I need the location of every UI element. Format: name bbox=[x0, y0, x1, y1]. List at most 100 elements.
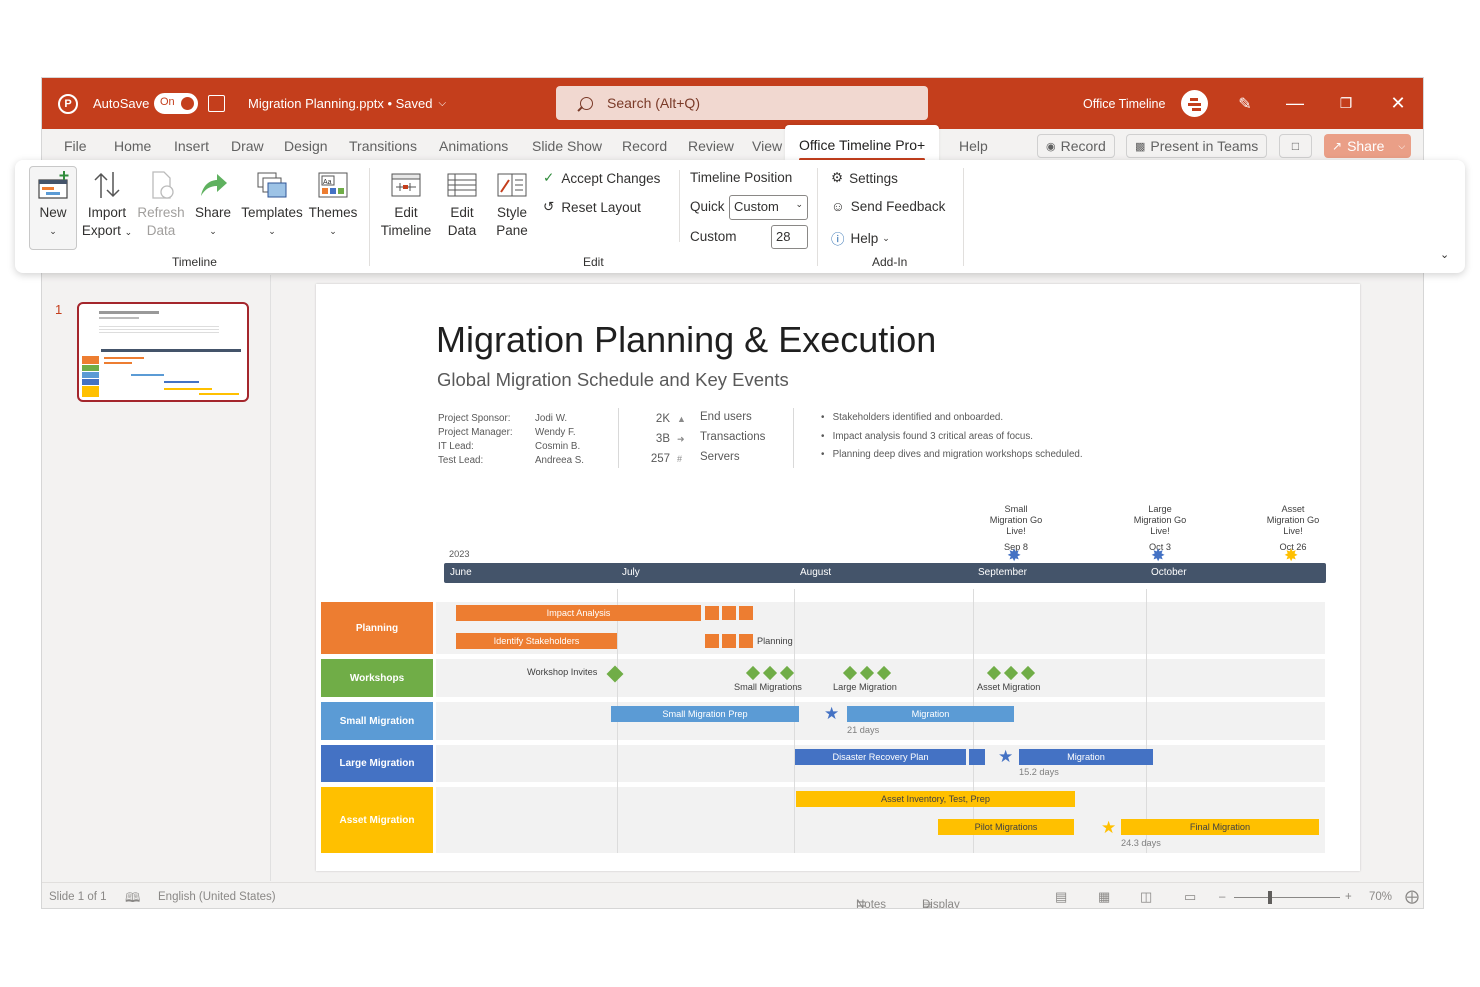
task-marker[interactable] bbox=[705, 606, 719, 620]
new-timeline-button[interactable]: New ⌄ bbox=[31, 170, 75, 240]
present-in-teams-button[interactable]: ▩ Present in Teams bbox=[1126, 134, 1268, 158]
swimlane-label-small-migration[interactable]: Small Migration bbox=[321, 702, 433, 740]
thumb-title bbox=[99, 311, 159, 314]
slide-count: Slide 1 of 1 bbox=[49, 891, 107, 903]
task-marker[interactable] bbox=[739, 634, 753, 648]
autosave-toggle[interactable]: On bbox=[154, 93, 198, 114]
share-button[interactable]: ↗ Share ⌵ bbox=[1324, 134, 1411, 158]
pen-icon[interactable]: ✎ bbox=[1220, 78, 1270, 129]
task-bar-small-migration-prep[interactable]: Small Migration Prep bbox=[611, 706, 799, 722]
minimize-button[interactable]: — bbox=[1270, 78, 1320, 129]
zoom-out-button[interactable]: – bbox=[1219, 891, 1225, 903]
comments-button[interactable]: □ bbox=[1279, 134, 1312, 158]
swimlane-label-workshops[interactable]: Workshops bbox=[321, 659, 433, 697]
kpi-label: Servers bbox=[700, 451, 740, 463]
accessibility-icon[interactable]: 🕮 bbox=[125, 889, 140, 908]
normal-view-icon[interactable]: ▤ bbox=[1055, 889, 1067, 905]
group-label-addin: Add-In bbox=[872, 255, 908, 269]
group-separator bbox=[369, 168, 370, 266]
themes-button[interactable]: Aa Themes ⌄ bbox=[308, 170, 358, 240]
slide-sorter-icon[interactable]: ▦ bbox=[1098, 889, 1110, 905]
timeline-axis[interactable]: June July August September October bbox=[444, 563, 1326, 583]
zoom-slider-thumb[interactable] bbox=[1268, 891, 1272, 904]
swimlane-label-asset-migration[interactable]: Asset Migration bbox=[321, 787, 433, 853]
share-timeline-button[interactable]: Share ⌄ bbox=[189, 170, 237, 240]
tab-help[interactable]: Help bbox=[959, 138, 988, 154]
thumb-bar bbox=[104, 357, 144, 359]
group-separator bbox=[679, 170, 680, 242]
month-label: September bbox=[978, 567, 1027, 578]
custom-position-input[interactable]: 28 bbox=[771, 225, 808, 249]
task-marker[interactable] bbox=[722, 634, 736, 648]
fit-slide-icon[interactable]: ⨁ bbox=[1405, 888, 1419, 905]
collapse-ribbon-icon[interactable]: ⌄ bbox=[1440, 248, 1449, 261]
reset-layout-button[interactable]: ↺ Reset Layout bbox=[543, 199, 641, 215]
list-item: • Planning deep dives and migration work… bbox=[821, 449, 1083, 460]
tab-draw[interactable]: Draw bbox=[231, 138, 264, 154]
slide-title[interactable]: Migration Planning & Execution bbox=[436, 319, 936, 361]
file-name[interactable]: Migration Planning.pptx • Saved ⌵ bbox=[248, 78, 446, 129]
autosave-state: On bbox=[160, 96, 175, 108]
record-button[interactable]: ◉ Record bbox=[1037, 134, 1115, 158]
task-bar-migration[interactable]: Migration bbox=[847, 706, 1014, 722]
tab-office-timeline-pro[interactable]: Office Timeline Pro+ bbox=[785, 125, 940, 161]
task-bar-impact-analysis[interactable]: Impact Analysis bbox=[456, 605, 701, 621]
checkmark-icon: ✓ bbox=[543, 170, 555, 185]
close-button[interactable]: ✕ bbox=[1373, 78, 1423, 129]
tab-home[interactable]: Home bbox=[114, 138, 151, 154]
templates-button[interactable]: Templates ⌄ bbox=[239, 170, 305, 240]
bullet-text: Impact analysis found 3 critical areas o… bbox=[832, 430, 1033, 442]
slideshow-view-icon[interactable]: ▭ bbox=[1184, 889, 1196, 905]
restore-button[interactable]: ❐ bbox=[1321, 78, 1371, 129]
task-bar-pilot-migrations[interactable]: Pilot Migrations bbox=[938, 819, 1074, 835]
search-box[interactable]: Search (Alt+Q) bbox=[556, 86, 928, 120]
tab-view[interactable]: View bbox=[752, 138, 782, 154]
task-marker[interactable] bbox=[705, 634, 719, 648]
office-timeline-logo-icon[interactable] bbox=[1181, 90, 1208, 117]
refresh-data-button[interactable]: Refresh Data bbox=[137, 170, 185, 240]
slide-canvas[interactable]: Migration Planning & Execution Global Mi… bbox=[316, 284, 1360, 871]
task-bar-migration-large[interactable]: Migration bbox=[1019, 749, 1153, 765]
import-export-button[interactable]: Import Export ⌄ bbox=[79, 170, 135, 241]
tab-transitions[interactable]: Transitions bbox=[349, 138, 417, 154]
tab-review[interactable]: Review bbox=[688, 138, 734, 154]
zoom-slider[interactable] bbox=[1234, 891, 1340, 904]
task-bar-final-migration[interactable]: Final Migration bbox=[1121, 819, 1319, 835]
zoom-level[interactable]: 70% bbox=[1369, 891, 1392, 903]
tab-animations[interactable]: Animations bbox=[439, 138, 508, 154]
edit-data-button[interactable]: Edit Data bbox=[438, 170, 486, 240]
quick-position-select[interactable]: Custom ⌄ bbox=[729, 195, 808, 220]
tab-insert[interactable]: Insert bbox=[174, 138, 209, 154]
send-feedback-button[interactable]: ☺ Send Feedback bbox=[831, 199, 945, 214]
thumb-bar bbox=[131, 374, 164, 376]
task-bar-asset-inventory[interactable]: Asset Inventory, Test, Prep bbox=[796, 791, 1075, 807]
style-pane-button[interactable]: Style Pane bbox=[488, 170, 536, 240]
tab-design[interactable]: Design bbox=[284, 138, 328, 154]
task-marker[interactable] bbox=[722, 606, 736, 620]
slide-subtitle[interactable]: Global Migration Schedule and Key Events bbox=[437, 369, 789, 391]
accept-changes-button[interactable]: ✓ Accept Changes bbox=[543, 170, 660, 186]
task-marker[interactable] bbox=[739, 606, 753, 620]
task-bar-identify-stakeholders[interactable]: Identify Stakeholders bbox=[456, 633, 617, 649]
quick-label: Quick bbox=[690, 199, 725, 214]
templates-label: Templates bbox=[241, 205, 303, 220]
task-bar-small-block[interactable] bbox=[969, 749, 985, 765]
svg-text:Aa: Aa bbox=[323, 179, 332, 186]
edit-timeline-button[interactable]: Edit Timeline bbox=[378, 170, 434, 240]
language-status[interactable]: English (United States) bbox=[158, 891, 276, 903]
notes-label: Notes bbox=[856, 899, 887, 909]
themes-label: Themes bbox=[308, 205, 358, 220]
zoom-in-button[interactable]: + bbox=[1345, 891, 1352, 903]
slide-thumbnail[interactable] bbox=[77, 302, 249, 402]
help-button[interactable]: ⓘ Help ⌄ bbox=[831, 228, 890, 248]
swimlane-label-planning[interactable]: Planning bbox=[321, 602, 433, 654]
swimlane-label-large-migration[interactable]: Large Migration bbox=[321, 745, 433, 782]
tab-file[interactable]: File bbox=[64, 138, 87, 154]
settings-button[interactable]: ⚙ Settings bbox=[831, 170, 898, 186]
tab-record[interactable]: Record bbox=[622, 138, 667, 154]
tab-slide-show[interactable]: Slide Show bbox=[532, 138, 602, 154]
save-icon[interactable] bbox=[208, 95, 225, 112]
reading-view-icon[interactable]: ◫ bbox=[1140, 889, 1152, 905]
task-bar-disaster-recovery[interactable]: Disaster Recovery Plan bbox=[795, 749, 966, 765]
divider bbox=[793, 408, 794, 468]
